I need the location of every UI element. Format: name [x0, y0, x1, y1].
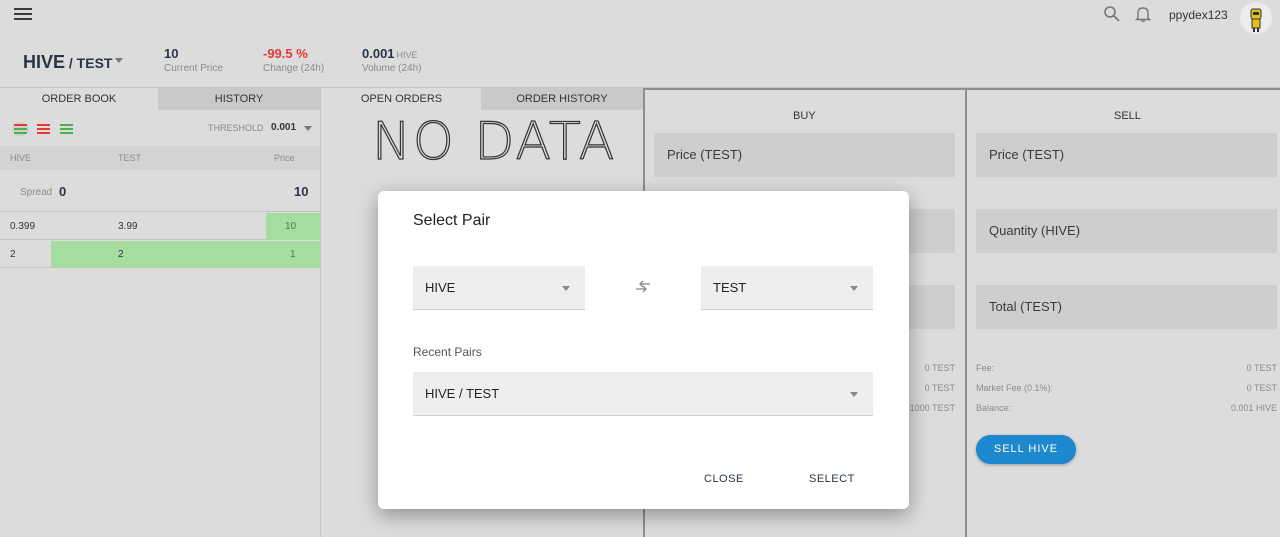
bids-view-icon[interactable]: [58, 122, 75, 136]
volume-value: 0.001: [362, 46, 395, 61]
recent-pairs-value: HIVE / TEST: [425, 386, 500, 401]
depth-fill: [51, 241, 320, 268]
row-hive: 0.399: [10, 221, 36, 232]
avatar[interactable]: [1240, 2, 1272, 34]
swap-arrows-icon[interactable]: [634, 280, 652, 294]
buy-price-field[interactable]: Price (TEST): [654, 133, 955, 177]
sell-market-fee-value: 0 TEST: [1246, 383, 1277, 393]
column-test: TEST: [118, 153, 142, 163]
both-sides-view-icon[interactable]: [12, 122, 29, 136]
volume-stat: 0.001 HIVE Volume (24h): [362, 46, 421, 74]
username[interactable]: ppydex123: [1169, 8, 1228, 22]
current-price-label: Current Price: [164, 63, 223, 74]
sell-fee-value: 0 TEST: [1246, 363, 1277, 373]
pair-selector[interactable]: HIVE / TEST: [23, 52, 112, 73]
sell-market-fee-label: Market Fee (0.1%):: [976, 383, 1054, 393]
dialog-title: Select Pair: [413, 212, 491, 229]
recent-pairs-label: Recent Pairs: [413, 345, 482, 359]
sell-balance-label: Balance:: [976, 403, 1012, 413]
pair-quote: / TEST: [65, 55, 113, 71]
order-book-view-toggles: [12, 122, 75, 136]
sell-total-field[interactable]: Total (TEST): [976, 285, 1277, 329]
threshold-label: THRESHOLD: [208, 123, 264, 133]
orders-tabs: OPEN ORDERS ORDER HISTORY: [322, 88, 643, 110]
order-book-tabs: ORDER BOOK HISTORY: [0, 88, 320, 110]
row-test: 3.99: [118, 221, 138, 232]
quote-asset-select[interactable]: TEST: [701, 266, 873, 310]
recent-pairs-select[interactable]: HIVE / TEST: [413, 372, 873, 416]
hamburger-menu-icon[interactable]: [14, 8, 32, 22]
tab-order-book[interactable]: ORDER BOOK: [0, 88, 158, 110]
change-value: -99.5 %: [263, 46, 308, 61]
tab-open-orders[interactable]: OPEN ORDERS: [322, 88, 481, 110]
sell-price-field[interactable]: Price (TEST): [976, 133, 1277, 177]
row-test: 2: [118, 249, 124, 260]
spread-value: 0: [59, 184, 67, 199]
top-bar: HIVE / TEST 10 Current Price -99.5 % Cha…: [0, 0, 1280, 88]
sell-quantity-field[interactable]: Quantity (HIVE): [976, 209, 1277, 253]
chevron-down-icon[interactable]: [304, 126, 312, 131]
chevron-down-icon: [850, 392, 858, 397]
column-hive: HIVE: [10, 153, 32, 163]
avatar-robot-icon: [1250, 8, 1262, 32]
spread-price: 10: [294, 184, 309, 199]
no-data-message: NO DATA: [371, 111, 617, 172]
bell-icon[interactable]: [1134, 5, 1152, 23]
spread-row: Spread 0 10: [0, 172, 320, 212]
threshold-value[interactable]: 0.001: [271, 122, 296, 133]
sell-fee-label: Fee:: [976, 363, 995, 373]
base-asset-value: HIVE: [425, 280, 456, 295]
quote-asset-value: TEST: [713, 280, 747, 295]
current-price-stat: 10 Current Price: [164, 46, 223, 74]
table-row[interactable]: 2 2 1: [0, 241, 320, 268]
change-stat: -99.5 % Change (24h): [263, 46, 324, 74]
volume-unit: HIVE: [396, 50, 418, 60]
column-price: Price: [274, 153, 295, 163]
asks-view-icon[interactable]: [35, 122, 52, 136]
tab-order-history[interactable]: ORDER HISTORY: [481, 88, 643, 110]
volume-label: Volume (24h): [362, 63, 422, 74]
buy-title: BUY: [793, 110, 816, 122]
chevron-down-icon: [850, 286, 858, 291]
sell-hive-button[interactable]: SELL HIVE: [976, 435, 1076, 464]
spread-label: Spread: [20, 187, 53, 198]
tab-history[interactable]: HISTORY: [158, 88, 320, 110]
volume-value-wrap: 0.001 HIVE: [362, 46, 421, 61]
sell-balance-value: 0.001 HIVE: [1230, 403, 1277, 413]
chevron-down-icon: [562, 286, 570, 291]
chevron-down-icon[interactable]: [115, 58, 123, 63]
current-price-value: 10: [164, 46, 179, 61]
search-icon[interactable]: [1103, 5, 1121, 23]
select-button[interactable]: SELECT: [809, 473, 855, 485]
order-book-header: HIVE TEST Price: [0, 146, 320, 170]
change-label: Change (24h): [263, 63, 325, 74]
pair-base: HIVE: [23, 52, 66, 72]
select-pair-dialog: Select Pair HIVE TEST Recent Pairs HIVE …: [378, 191, 909, 509]
close-button[interactable]: CLOSE: [704, 473, 744, 485]
row-hive: 2: [10, 249, 16, 260]
sell-title: SELL: [1114, 110, 1141, 122]
row-price: 10: [285, 221, 297, 232]
base-asset-select[interactable]: HIVE: [413, 266, 585, 310]
table-row[interactable]: 0.399 3.99 10: [0, 213, 320, 240]
row-price: 1: [290, 249, 296, 260]
